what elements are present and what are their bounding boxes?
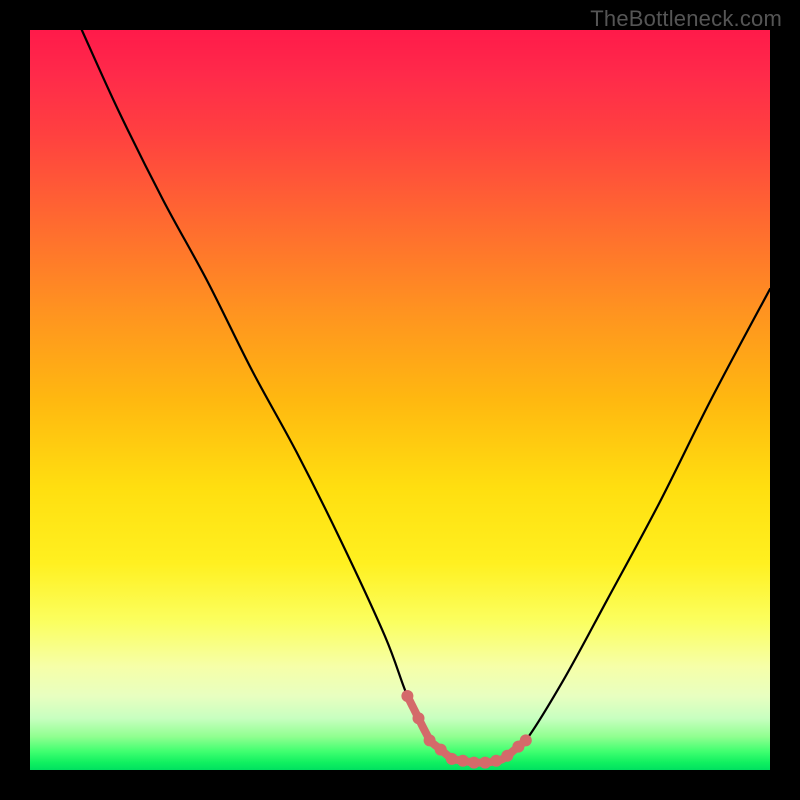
watermark-text: TheBottleneck.com [590, 6, 782, 32]
curve-layer [30, 30, 770, 770]
plot-area [30, 30, 770, 770]
bottleneck-curve [82, 30, 770, 763]
bottom-marker [401, 690, 531, 769]
chart-frame: TheBottleneck.com [0, 0, 800, 800]
